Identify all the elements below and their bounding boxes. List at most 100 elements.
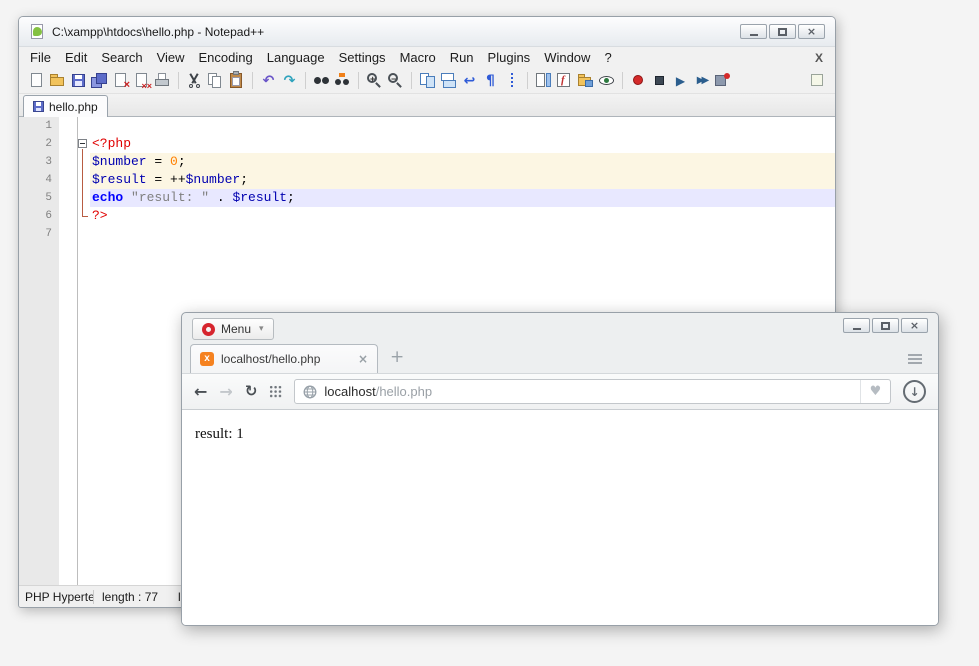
opera-minimize-button[interactable] xyxy=(843,318,870,333)
opera-close-button[interactable]: × xyxy=(901,318,928,333)
sync-vertical-icon[interactable] xyxy=(418,71,437,90)
sync-horizontal-icon[interactable] xyxy=(439,71,458,90)
stop-recording-icon[interactable] xyxy=(650,71,669,90)
npp-titlebar[interactable]: C:\xampp\htdocs\hello.php - Notepad++ × xyxy=(19,17,835,47)
save-macro-icon[interactable] xyxy=(713,71,732,90)
maximize-icon xyxy=(881,322,890,330)
opera-maximize-button[interactable] xyxy=(872,318,899,333)
opera-menu-button[interactable]: Menu ▾ xyxy=(192,318,274,340)
replace-icon[interactable] xyxy=(333,71,352,90)
record-macro-icon[interactable] xyxy=(629,71,648,90)
line-number: 4 xyxy=(19,171,59,189)
undo-icon[interactable]: ↶ xyxy=(259,71,278,90)
npp-tab-bar: hello.php xyxy=(19,94,835,117)
menu-item-plugins[interactable]: Plugins xyxy=(481,48,538,67)
fold-margin xyxy=(77,225,90,243)
open-file-icon[interactable] xyxy=(48,71,67,90)
statusbar-doctype: PHP Hyperte xyxy=(19,590,93,604)
menu-item-help[interactable]: ? xyxy=(597,48,618,67)
playback-macro-icon[interactable]: ▶ xyxy=(671,71,690,90)
opera-window-controls: × xyxy=(843,318,928,333)
cut-icon[interactable] xyxy=(185,71,204,90)
line-number: 2 xyxy=(19,135,59,153)
save-file-icon[interactable] xyxy=(69,71,88,90)
back-button[interactable]: ← xyxy=(194,384,207,400)
word-wrap-icon[interactable]: ↩ xyxy=(460,71,479,90)
editor-line-5[interactable]: 5echo "result: " . $result; xyxy=(19,189,835,207)
zoom-out-icon[interactable]: − xyxy=(386,71,405,90)
menu-item-edit[interactable]: Edit xyxy=(58,48,94,67)
tab-hello-php[interactable]: hello.php xyxy=(23,95,108,117)
editor-line-7[interactable]: 7 xyxy=(19,225,835,243)
find-icon[interactable] xyxy=(312,71,331,90)
editor-line-2[interactable]: 2<?php xyxy=(19,135,835,153)
indent-guide-icon[interactable] xyxy=(502,71,521,90)
menu-item-language[interactable]: Language xyxy=(260,48,332,67)
npp-maximize-button[interactable] xyxy=(769,24,796,39)
editor-line-1[interactable]: 1 xyxy=(19,117,835,135)
function-list-icon[interactable]: f xyxy=(555,71,574,90)
menu-item-file[interactable]: File xyxy=(23,48,58,67)
save-all-icon[interactable] xyxy=(90,71,109,90)
line-number: 3 xyxy=(19,153,59,171)
document-map-icon[interactable] xyxy=(534,71,553,90)
code-line: ?> xyxy=(90,207,835,225)
print-icon[interactable] xyxy=(153,71,172,90)
tab-close-icon[interactable]: × xyxy=(354,353,368,365)
xampp-favicon-icon xyxy=(200,352,214,366)
new-file-icon[interactable] xyxy=(27,71,46,90)
editor-line-6[interactable]: 6?> xyxy=(19,207,835,225)
opera-tab-localhost[interactable]: localhost/hello.php × xyxy=(190,344,378,373)
npp-window-title: C:\xampp\htdocs\hello.php - Notepad++ xyxy=(52,25,264,39)
url-text[interactable]: localhost/hello.php xyxy=(324,384,853,399)
menu-item-run[interactable]: Run xyxy=(443,48,481,67)
opera-titlebar[interactable]: Menu ▾ × xyxy=(182,313,938,343)
fold-margin[interactable] xyxy=(77,135,90,153)
new-tab-button[interactable]: + xyxy=(390,349,404,366)
code-token: $result xyxy=(232,190,287,205)
tab-menu-icon[interactable] xyxy=(908,354,922,364)
post-it-icon[interactable] xyxy=(808,71,827,90)
code-line: echo "result: " . $result; xyxy=(90,189,835,207)
show-all-characters-icon[interactable]: ¶ xyxy=(481,71,500,90)
bookmark-heart-button[interactable]: ♥ xyxy=(860,380,890,403)
run-macro-multiple-icon[interactable]: ▶▶ xyxy=(692,71,711,90)
toolbar-separator xyxy=(527,72,528,89)
code-token: 0 xyxy=(170,154,178,169)
zoom-in-icon[interactable]: + xyxy=(365,71,384,90)
npp-close-button[interactable]: × xyxy=(798,24,825,39)
menu-item-search[interactable]: Search xyxy=(94,48,149,67)
close-all-icon[interactable]: ×× xyxy=(132,71,151,90)
bookmark-margin xyxy=(59,153,77,171)
editor-line-3[interactable]: 3 $number = 0; xyxy=(19,153,835,171)
fold-collapse-icon[interactable] xyxy=(78,139,87,148)
code-line: $number = 0; xyxy=(90,153,835,171)
monitoring-icon[interactable] xyxy=(597,71,616,90)
code-token: ; xyxy=(240,172,248,187)
menu-item-macro[interactable]: Macro xyxy=(393,48,443,67)
reload-button[interactable]: ↻ xyxy=(245,384,258,399)
opera-menu-label: Menu xyxy=(221,322,251,336)
menu-item-window[interactable]: Window xyxy=(537,48,597,67)
address-bar[interactable]: localhost/hello.php ♥ xyxy=(294,379,891,404)
copy-icon[interactable] xyxy=(206,71,225,90)
download-button[interactable]: ↓ xyxy=(903,380,926,403)
code-token: ; xyxy=(287,190,295,205)
page-output-text: result: 1 xyxy=(195,426,244,442)
speed-dial-icon[interactable] xyxy=(269,385,282,398)
toolbar-separator xyxy=(178,72,179,89)
menu-item-settings[interactable]: Settings xyxy=(332,48,393,67)
close-file-icon[interactable]: × xyxy=(111,71,130,90)
forward-button[interactable]: → xyxy=(219,384,232,400)
paste-icon[interactable] xyxy=(227,71,246,90)
editor-line-4[interactable]: 4$result = ++$number; xyxy=(19,171,835,189)
npp-minimize-button[interactable] xyxy=(740,24,767,39)
menu-item-encoding[interactable]: Encoding xyxy=(192,48,260,67)
code-line xyxy=(90,225,835,243)
npp-window-controls: × xyxy=(740,24,825,39)
code-token: ; xyxy=(178,154,186,169)
folder-as-workspace-icon[interactable] xyxy=(576,71,595,90)
menubar-close-x[interactable]: X xyxy=(815,51,831,65)
redo-icon[interactable]: ↷ xyxy=(280,71,299,90)
menu-item-view[interactable]: View xyxy=(150,48,192,67)
